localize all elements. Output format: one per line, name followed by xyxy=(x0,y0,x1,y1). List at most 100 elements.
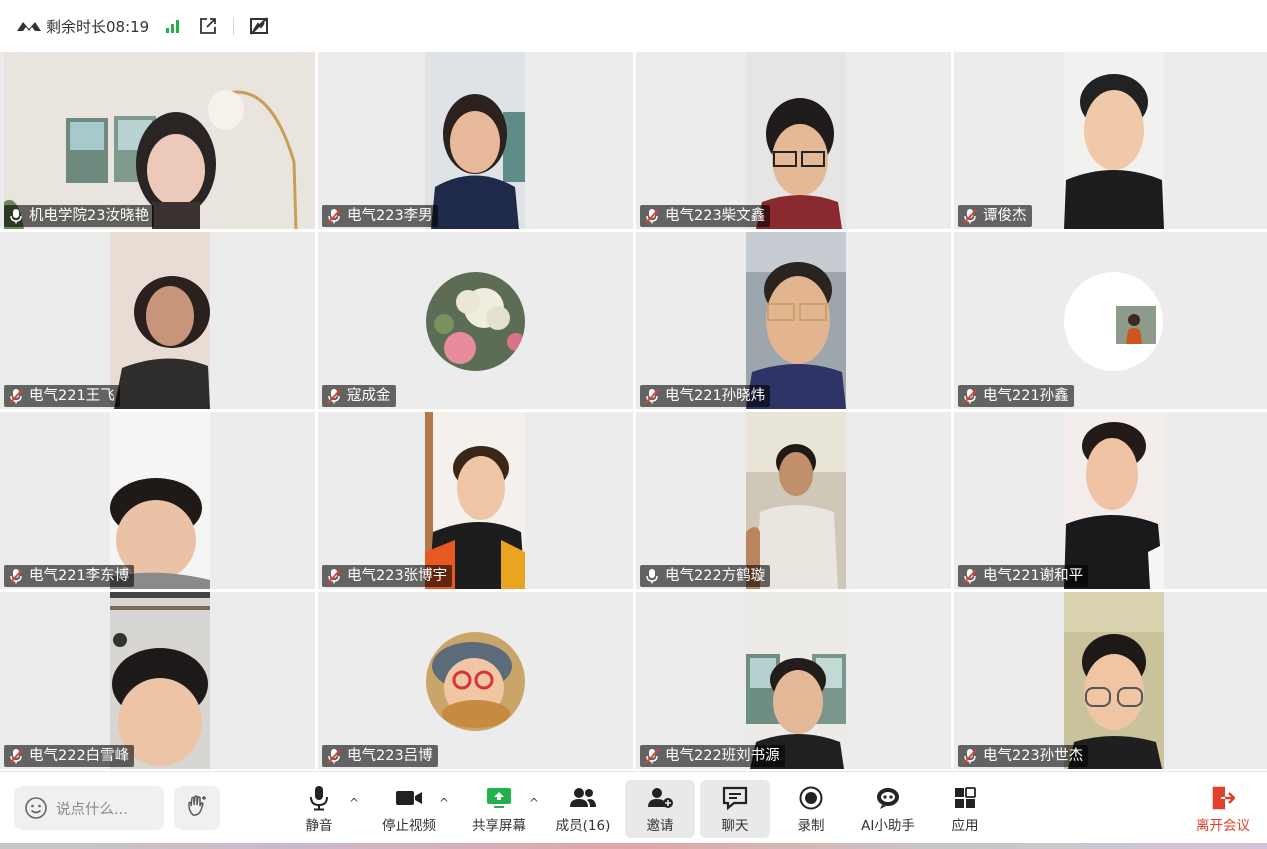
chat-placeholder: 说点什么... xyxy=(56,801,128,818)
participant-nametag: 电气221王飞 xyxy=(4,385,120,407)
mic-muted-icon xyxy=(644,748,660,764)
participant-nametag: 电气223李男 xyxy=(322,205,438,227)
mic-on-icon xyxy=(8,208,24,224)
ai-assistant-icon xyxy=(874,784,902,812)
mic-muted-icon xyxy=(8,388,24,404)
mic-on-icon xyxy=(644,568,660,584)
participant-video xyxy=(1064,592,1164,769)
participant-name: 谭俊杰 xyxy=(983,208,1027,224)
participant-tile[interactable]: 电气221孙鑫 xyxy=(954,232,1267,409)
mic-muted-icon xyxy=(644,208,660,224)
participant-tile[interactable]: 电气223孙世杰 xyxy=(954,592,1267,769)
participant-name: 电气223李男 xyxy=(347,208,433,224)
participant-tile[interactable]: 电气221谢和平 xyxy=(954,412,1267,589)
participant-tile[interactable]: 电气221孙晓炜 xyxy=(636,232,951,409)
participant-tile[interactable]: 机电学院23汝晓艳 xyxy=(0,52,315,229)
participant-video xyxy=(425,52,525,229)
invite-button[interactable]: 邀请 xyxy=(625,780,695,838)
participant-video xyxy=(110,592,210,769)
popout-icon[interactable] xyxy=(197,15,219,37)
chat-icon xyxy=(722,784,748,812)
participant-name: 电气221王飞 xyxy=(29,388,115,404)
stop-video-label: 停止视频 xyxy=(382,818,436,834)
participant-tile[interactable]: 电气223吕博 xyxy=(318,592,633,769)
record-button[interactable]: 录制 xyxy=(786,780,836,838)
participant-nametag: 电气223张博宇 xyxy=(322,565,453,587)
participant-video xyxy=(110,412,210,589)
mute-button[interactable]: 静音 xyxy=(294,780,344,838)
mic-muted-icon xyxy=(326,568,342,584)
signal-icon[interactable] xyxy=(161,15,183,37)
mic-muted-icon xyxy=(326,748,342,764)
apps-label: 应用 xyxy=(951,818,979,834)
participant-tile[interactable]: 电气223李男 xyxy=(318,52,633,229)
leave-meeting-button[interactable]: 离开会议 xyxy=(1190,780,1256,838)
raise-hand-icon xyxy=(185,794,209,822)
topbar-divider xyxy=(233,17,235,35)
participant-tile[interactable]: 电气222班刘书源 xyxy=(636,592,951,769)
participant-name: 电气222白雪峰 xyxy=(29,748,130,764)
mic-muted-icon xyxy=(644,388,660,404)
annotation-off-icon[interactable] xyxy=(248,15,270,37)
participant-name: 电气221谢和平 xyxy=(983,568,1084,584)
apps-button[interactable]: 应用 xyxy=(940,780,990,838)
video-options-caret[interactable]: ^ xyxy=(439,796,449,810)
participant-grid: 机电学院23汝晓艳 电气223李男 电气223柴文鑫 谭俊杰 电气221王飞 寇… xyxy=(0,52,1267,771)
participant-avatar xyxy=(426,272,525,371)
share-options-caret[interactable]: ^ xyxy=(529,796,539,810)
participant-nametag: 谭俊杰 xyxy=(958,205,1032,227)
participant-tile[interactable]: 寇成金 xyxy=(318,232,633,409)
mute-options-caret[interactable]: ^ xyxy=(349,796,359,810)
mic-muted-icon xyxy=(326,388,342,404)
quick-chat-input[interactable]: 说点什么... xyxy=(14,786,164,830)
participant-tile[interactable]: 电气223柴文鑫 xyxy=(636,52,951,229)
invite-label: 邀请 xyxy=(646,818,674,834)
participant-nametag: 寇成金 xyxy=(322,385,396,407)
participant-video xyxy=(746,232,846,409)
ai-assistant-button[interactable]: AI小助手 xyxy=(854,780,922,838)
mic-muted-icon xyxy=(962,388,978,404)
chat-label: 聊天 xyxy=(721,818,749,834)
participant-nametag: 电气223孙世杰 xyxy=(958,745,1089,767)
participant-nametag: 电气223吕博 xyxy=(322,745,438,767)
mic-muted-icon xyxy=(8,748,24,764)
invite-user-icon xyxy=(646,784,674,812)
participant-tile[interactable]: 电气221王飞 xyxy=(0,232,315,409)
mic-muted-icon xyxy=(8,568,24,584)
participant-tile[interactable]: 电气223张博宇 xyxy=(318,412,633,589)
microphone-icon xyxy=(308,784,330,812)
members-label: 成员(16) xyxy=(555,818,611,834)
participant-tile[interactable]: 谭俊杰 xyxy=(954,52,1267,229)
members-button[interactable]: 成员(16) xyxy=(552,780,614,838)
participant-name: 电气221李东博 xyxy=(29,568,130,584)
participant-video xyxy=(746,592,846,769)
participant-name: 寇成金 xyxy=(347,388,391,404)
participant-tile[interactable]: 电气222白雪峰 xyxy=(0,592,315,769)
participant-tile[interactable]: 电气221李东博 xyxy=(0,412,315,589)
participant-tile[interactable]: 电气222方鹤璇 xyxy=(636,412,951,589)
apps-grid-icon xyxy=(954,784,976,812)
ai-assistant-label: AI小助手 xyxy=(861,818,915,834)
participant-name: 电气223孙世杰 xyxy=(983,748,1084,764)
share-screen-button[interactable]: 共享屏幕 xyxy=(466,780,532,838)
raise-hand-button[interactable] xyxy=(174,786,220,830)
participant-avatar xyxy=(426,632,525,731)
mic-muted-icon xyxy=(962,748,978,764)
meeting-logo-icon xyxy=(16,19,42,33)
emoji-icon[interactable] xyxy=(24,796,48,820)
record-label: 录制 xyxy=(797,818,825,834)
participant-name: 电气223柴文鑫 xyxy=(665,208,766,224)
participant-name: 电气223吕博 xyxy=(347,748,433,764)
chat-button[interactable]: 聊天 xyxy=(700,780,770,838)
participant-nametag: 电气221孙鑫 xyxy=(958,385,1074,407)
leave-meeting-label: 离开会议 xyxy=(1196,818,1250,834)
exit-icon xyxy=(1211,784,1235,812)
participant-name: 电气222方鹤璇 xyxy=(665,568,766,584)
record-icon xyxy=(799,784,823,812)
participant-nametag: 电气222班刘书源 xyxy=(640,745,785,767)
stop-video-button[interactable]: 停止视频 xyxy=(376,780,442,838)
participant-video xyxy=(746,412,846,589)
participant-nametag: 机电学院23汝晓艳 xyxy=(4,205,154,227)
participant-nametag: 电气223柴文鑫 xyxy=(640,205,771,227)
participant-video xyxy=(110,232,210,409)
